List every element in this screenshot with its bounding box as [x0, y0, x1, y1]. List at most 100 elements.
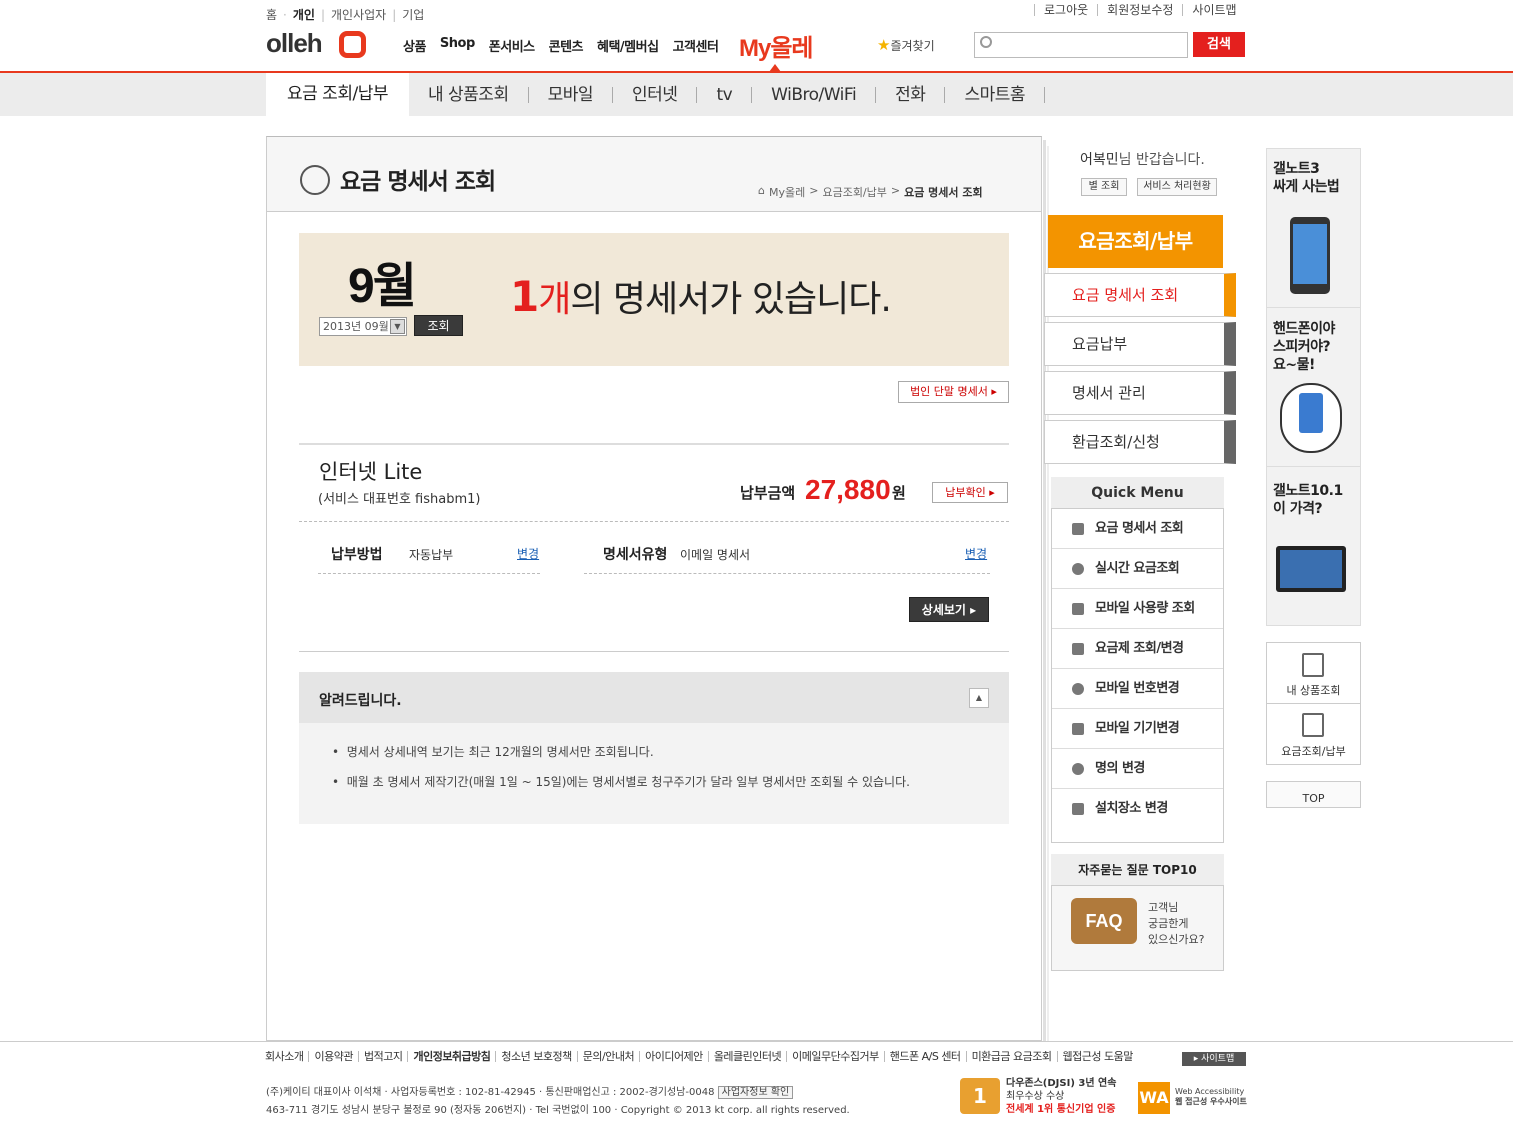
payment-amount: 27,880 [805, 474, 891, 505]
olleh-logo[interactable]: olleh [266, 28, 323, 59]
side-item-bill-lookup[interactable]: 요금 명세서 조회 [1044, 273, 1236, 317]
sitemap-link[interactable]: 사이트맵 [1182, 4, 1245, 16]
djsi-award-icon: 1 [960, 1078, 1000, 1114]
gnb-customer-center[interactable]: 고객센터 [673, 36, 719, 55]
global-nav: 상품 Shop 폰서비스 콘텐츠 혜택/멤버십 고객센터 [403, 36, 719, 55]
favorites-label: 즐겨찾기 [890, 39, 935, 53]
tab-wibro[interactable]: WiBro/WiFi [752, 86, 877, 103]
arrow-right-icon: ▸ [991, 385, 997, 398]
breadcrumb: ⌂ My올레 > 요금조회/납부 > 요금 명세서 조회 [758, 184, 983, 200]
quick-item-plan[interactable]: 요금제 조회/변경 [1052, 629, 1223, 669]
home-link[interactable]: 홈 [266, 6, 277, 23]
breadcrumb-item[interactable]: My올레 [769, 184, 805, 200]
tab-phone[interactable]: 전화 [876, 86, 946, 103]
footer-link[interactable]: 법적고지 [357, 1051, 407, 1062]
footer-link[interactable]: 이용약관 [308, 1051, 357, 1062]
change-type-link[interactable]: 변경 [965, 545, 987, 562]
faq-text: 고객님 궁금한게 있으신가요? [1148, 901, 1205, 946]
web-accessibility-icon: WA [1138, 1082, 1170, 1114]
copyright: 463-711 경기도 성남시 분당구 불정로 90 (정자동 206번지) ·… [266, 1105, 850, 1116]
quick-item-usage[interactable]: 모바일 사용량 조회 [1052, 589, 1223, 629]
footer-link[interactable]: 미환급금 요금조회 [965, 1051, 1057, 1062]
footer-link[interactable]: 이메일무단수집거부 [786, 1051, 884, 1062]
footer-link[interactable]: 청소년 보호정책 [495, 1051, 576, 1062]
banner-speaker[interactable]: 핸드폰이야 스피커야? 요~물! [1273, 320, 1335, 374]
favorites-link[interactable]: ★즐겨찾기 [877, 36, 935, 54]
personal-link[interactable]: 개인 [293, 6, 315, 23]
gnb-shop[interactable]: Shop [440, 36, 475, 55]
side-item-refund[interactable]: 환급조회/신청 [1044, 420, 1236, 464]
side-item-bill-management[interactable]: 명세서 관리 [1044, 371, 1236, 415]
quick-link-my-products[interactable]: 내 상품조회 [1267, 682, 1360, 698]
quick-item-device[interactable]: 모바일 기기변경 [1052, 709, 1223, 749]
side-menu-title: 요금조회/납부 [1048, 215, 1223, 268]
bill-icon [1302, 713, 1324, 737]
product-search-icon [1302, 653, 1324, 677]
footer-link[interactable]: 회사소개 [265, 1051, 308, 1062]
payment-check-button[interactable]: 납부확인 ▸ [932, 482, 1008, 503]
won-icon [1072, 563, 1084, 575]
tab-internet[interactable]: 인터넷 [613, 86, 698, 103]
footer-link[interactable]: 핸드폰 A/S 센터 [883, 1051, 966, 1062]
edit-member-link[interactable]: 회원정보수정 [1097, 4, 1182, 16]
chevron-down-icon: ▼ [390, 319, 405, 334]
quick-link-billing[interactable]: 요금조회/납부 [1267, 743, 1360, 759]
user-greeting: 어복민님 반갑습니다. [1080, 152, 1205, 168]
arrow-right-icon: ▸ [989, 486, 995, 499]
account-nav: 로그아웃 회원정보수정 사이트맵 [1034, 4, 1246, 16]
footer-link[interactable]: 웹접근성 도움말 [1056, 1051, 1138, 1062]
bill-icon [300, 165, 330, 195]
tab-tv[interactable]: tv [697, 86, 753, 103]
footer-link[interactable]: 문의/안내처 [576, 1051, 639, 1062]
gnb-contents[interactable]: 콘텐츠 [549, 36, 584, 55]
tab-billing[interactable]: 요금 조회/납부 [266, 73, 409, 116]
sole-proprietor-link[interactable]: 개인사업자 [331, 6, 386, 23]
search-button[interactable]: 검색 [1193, 32, 1245, 57]
tab-smarthome[interactable]: 스마트홈 [945, 86, 1046, 103]
quick-item-bill[interactable]: 요금 명세서 조회 [1052, 509, 1223, 549]
change-method-link[interactable]: 변경 [517, 545, 539, 562]
quick-menu-title: Quick Menu [1051, 477, 1224, 509]
tab-my-products[interactable]: 내 상품조회 [409, 86, 529, 103]
scroll-top-button[interactable]: TOP [1266, 781, 1361, 808]
side-item-payment[interactable]: 요금납부 [1044, 322, 1236, 366]
service-status-button[interactable]: 서비스 처리현황 [1137, 178, 1217, 196]
gnb-phone-service[interactable]: 폰서비스 [489, 36, 535, 55]
faq-title: 자주묻는 질문 TOP10 [1051, 854, 1224, 886]
banner-galaxy-note3[interactable]: 갤노트3 싸게 사는법 [1273, 160, 1340, 196]
gnb-my-olleh[interactable]: My올레 [739, 28, 813, 63]
web-accessibility-text: Web Accessibility 웹 접근성 우수사이트 [1175, 1087, 1247, 1106]
breadcrumb-item[interactable]: 요금조회/납부 [822, 184, 886, 200]
footer-link[interactable]: 올레클린인터넷 [707, 1051, 786, 1062]
footer-link[interactable]: 아이디어제안 [639, 1051, 708, 1062]
phone-image-icon [1290, 217, 1330, 294]
gnb-benefit[interactable]: 혜택/멤버십 [597, 36, 659, 55]
banner-galaxy-note10[interactable]: 갤노트10.1 이 가격? [1273, 482, 1343, 518]
tab-mobile[interactable]: 모바일 [529, 86, 614, 103]
business-info-button[interactable]: 사업자정보 확인 [717, 1086, 794, 1099]
footer-sitemap-button[interactable]: ▸ 사이트맵 [1182, 1052, 1246, 1066]
enterprise-link[interactable]: 기업 [402, 6, 424, 23]
djsi-award-text: 다우존스(DJSI) 3년 연속 최우수상 수상 전세계 1위 통신기업 인증 [1006, 1078, 1117, 1115]
star-lookup-button[interactable]: 별 조회 [1081, 178, 1127, 196]
collapse-toggle-icon[interactable]: ▲ [969, 688, 989, 708]
company-info: (주)케이티 대표이사 이석채 · 사업자등록번호 : 102-81-42945… [266, 1083, 794, 1099]
logout-link[interactable]: 로그아웃 [1034, 4, 1097, 16]
quick-item-number[interactable]: 모바일 번호변경 [1052, 669, 1223, 709]
month-select[interactable]: 2013년 09월 ▼ [319, 317, 407, 336]
search-input[interactable] [974, 32, 1188, 58]
footer-link[interactable]: 개인정보취급방침 [407, 1051, 495, 1062]
bill-type-label: 명세서유형 [603, 547, 668, 563]
payment-method-label: 납부방법 [331, 547, 383, 563]
gnb-product[interactable]: 상품 [403, 36, 426, 55]
quick-item-owner[interactable]: 명의 변경 [1052, 749, 1223, 789]
lookup-button[interactable]: 조회 [414, 315, 463, 336]
notice-title: 알려드립니다. [319, 693, 402, 709]
quick-item-realtime[interactable]: 실시간 요금조회 [1052, 549, 1223, 589]
detail-button[interactable]: 상세보기 ▸ [909, 597, 989, 622]
notice-item: • 명세서 상세내역 보기는 최근 12개월의 명세서만 조회됩니다. [332, 745, 654, 759]
refresh-icon [1072, 683, 1084, 695]
bill-count-message: 1개의 명세서가 있습니다. [510, 272, 892, 321]
corp-device-bill-button[interactable]: 법인 단말 명세서 ▸ [898, 381, 1009, 403]
quick-item-location[interactable]: 설치장소 변경 [1052, 789, 1223, 829]
